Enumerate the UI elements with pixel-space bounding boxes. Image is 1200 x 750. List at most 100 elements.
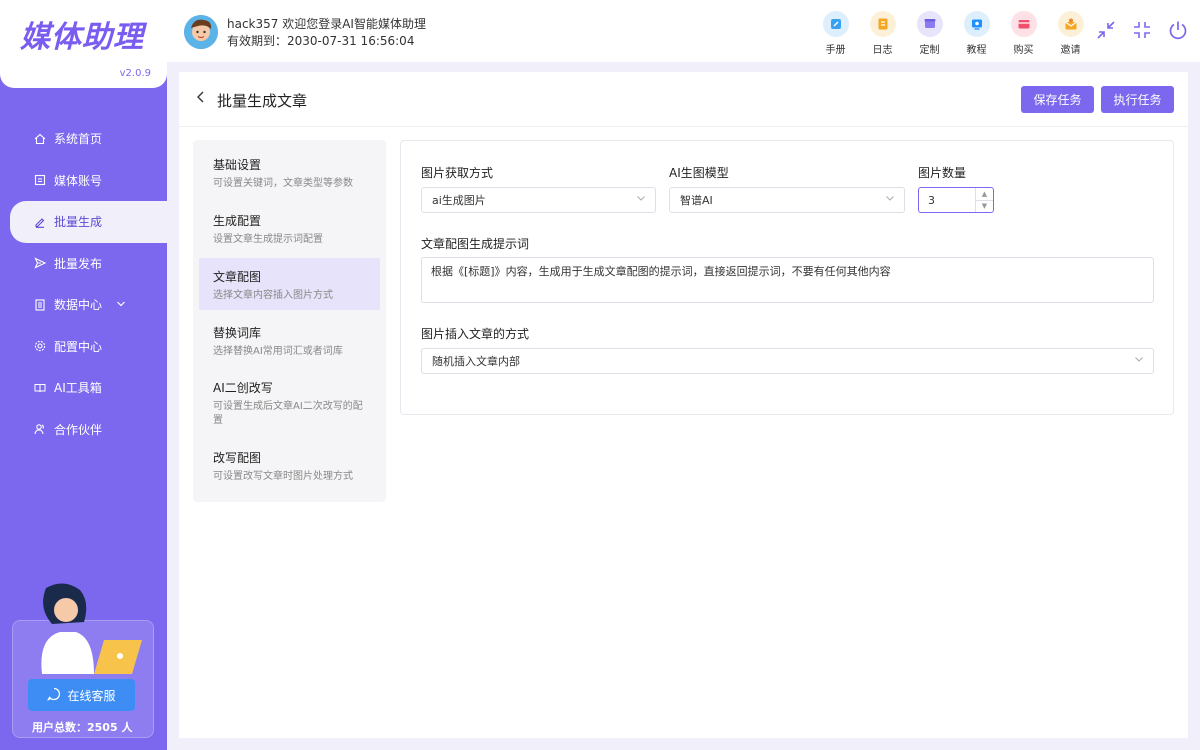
sidebar-item-home[interactable]: 系统首页 [0,118,167,160]
step-desc: 设置文章生成提示词配置 [213,234,323,245]
online-support-label: 在线客服 [67,688,116,703]
step-title: 基础设置 [213,158,262,172]
sidebar-item-batch-publish[interactable]: 批量发布 [0,243,167,285]
app-version: v2.0.9 [119,68,151,79]
home-icon [34,133,46,145]
step-title: AI二创改写 [213,381,273,395]
logo-area: 媒体助理 v2.0.9 [0,0,167,88]
prompt-label: 文章配图生成提示词 [421,237,530,251]
step-generate-config[interactable]: 生成配置 设置文章生成提示词配置 [199,212,380,247]
sidebar-item-ai-toolbox[interactable]: AI工具箱 [0,367,167,409]
sidebar-item-partners[interactable]: 合作伙伴 [0,409,167,451]
insert-method-value: 随机插入文章内部 [432,355,520,368]
image-source-label: 图片获取方式 [421,166,494,180]
sidebar-item-label: 系统首页 [54,132,103,147]
sidebar-item-data-center[interactable]: 数据中心 [0,284,167,326]
image-count-value: 3 [928,193,935,207]
step-title: 改写配图 [213,451,262,465]
chevron-down-icon [1134,354,1144,367]
step-rewrite-images[interactable]: 改写配图 可设置改写文章时图片处理方式 [199,449,380,484]
sidebar: 媒体助理 v2.0.9 系统首页 媒体账号 批量生成 批量发布 数据中心 配置中… [0,0,167,750]
step-article-images[interactable]: 文章配图 选择文章内容插入图片方式 [199,258,380,310]
support-illustration [41,583,142,674]
invite-label: 邀请 [1060,45,1081,56]
back-arrow-icon[interactable] [195,90,207,108]
window-controls [1094,18,1190,42]
step-title: 文章配图 [213,270,262,284]
step-nav: 基础设置 可设置关键词，文章类型等参数 生成配置 设置文章生成提示词配置 文章配… [193,140,386,502]
insert-method-label: 图片插入文章的方式 [421,327,530,341]
manual-label: 手册 [825,45,846,56]
model-label: AI生图模型 [669,166,729,180]
stepper-controls: ▲ ▼ [975,188,993,212]
log-button[interactable]: 日志 [859,11,906,56]
main-panel: 批量生成文章 保存任务 执行任务 基础设置 可设置关键词，文章类型等参数 生成配… [179,72,1188,738]
image-count-stepper[interactable]: 3 ▲ ▼ [918,187,994,213]
sidebar-item-batch-generate[interactable]: 批量生成 [10,201,167,243]
avatar-image [184,15,218,49]
log-icon [869,11,896,37]
page-header: 批量生成文章 保存任务 执行任务 [179,72,1188,127]
invite-icon [1057,11,1084,37]
step-replace-lexicon[interactable]: 替换词库 选择替换AI常用词汇或者词库 [199,324,380,359]
custom-icon [916,11,943,37]
insert-method-select[interactable]: 随机插入文章内部 [421,348,1154,374]
model-select[interactable]: 智谱AI [669,187,905,213]
tutorial-label: 教程 [966,45,987,56]
sidebar-item-label: 数据中心 [54,298,103,313]
step-basic-settings[interactable]: 基础设置 可设置关键词，文章类型等参数 [199,156,380,191]
increment-icon[interactable]: ▲ [976,188,993,201]
online-support-button[interactable]: 在线客服 [28,679,135,711]
sidebar-item-accounts[interactable]: 媒体账号 [0,160,167,202]
prompt-textarea[interactable]: 根据《[标题]》内容，生成用于生成文章配图的提示词，直接返回提示词，不要有任何其… [421,257,1154,303]
log-label: 日志 [872,45,893,56]
image-settings-form: 图片获取方式 ai生成图片 AI生图模型 智谱AI 图片数量 3 ▲ ▼ 文章配… [400,140,1174,415]
shrink-icon[interactable] [1094,18,1118,42]
step-desc: 可设置改写文章时图片处理方式 [213,471,353,482]
manual-icon [822,11,849,37]
decrement-icon[interactable]: ▼ [976,201,993,213]
step-desc: 选择替换AI常用词汇或者词库 [213,346,343,357]
manual-button[interactable]: 手册 [812,11,859,56]
invite-button[interactable]: 邀请 [1047,11,1094,56]
user-count: 用户总数：2505 人 [32,721,133,734]
run-task-button[interactable]: 执行任务 [1101,86,1174,113]
sidebar-item-label: 媒体账号 [54,173,103,188]
sidebar-item-label: 批量发布 [54,256,103,271]
chevron-down-icon [885,193,895,206]
image-source-select[interactable]: ai生成图片 [421,187,656,213]
sidebar-item-label: 合作伙伴 [54,422,103,437]
save-task-button[interactable]: 保存任务 [1021,86,1094,113]
step-title: 替换词库 [213,326,262,340]
sidebar-item-label: 批量生成 [54,215,103,230]
power-icon[interactable] [1166,18,1190,42]
app-logo: 媒体助理 [20,20,144,55]
book-icon [34,382,46,394]
sidebar-item-config-center[interactable]: 配置中心 [0,326,167,368]
account-icon [34,174,46,186]
image-source-value: ai生成图片 [432,194,486,207]
tutorial-button[interactable]: 教程 [953,11,1000,56]
sidebar-item-label: AI工具箱 [54,381,102,396]
chat-icon [47,687,61,704]
tutorial-icon [963,11,990,37]
page-title: 批量生成文章 [217,92,308,110]
step-ai-rewrite[interactable]: AI二创改写 可设置生成后文章AI二次改写的配置 [199,379,380,428]
step-desc: 选择文章内容插入图片方式 [213,290,333,301]
top-toolbar: 手册 日志 定制 教程 购买 邀请 [812,11,1094,56]
edit-icon [34,216,46,228]
model-value: 智谱AI [680,194,713,207]
step-title: 生成配置 [213,214,262,228]
step-desc: 可设置关键词，文章类型等参数 [213,178,353,189]
minimize-icon[interactable] [1130,18,1154,42]
image-count-label: 图片数量 [918,166,967,180]
avatar[interactable] [184,15,218,49]
step-desc: 可设置生成后文章AI二次改写的配置 [213,401,363,426]
chevron-down-icon [636,193,646,206]
data-icon [34,299,46,311]
custom-label: 定制 [919,45,940,56]
purchase-button[interactable]: 购买 [1000,11,1047,56]
custom-button[interactable]: 定制 [906,11,953,56]
welcome-text: hack357 欢迎您登录AI智能媒体助理 [227,17,426,31]
purchase-icon [1010,11,1037,37]
